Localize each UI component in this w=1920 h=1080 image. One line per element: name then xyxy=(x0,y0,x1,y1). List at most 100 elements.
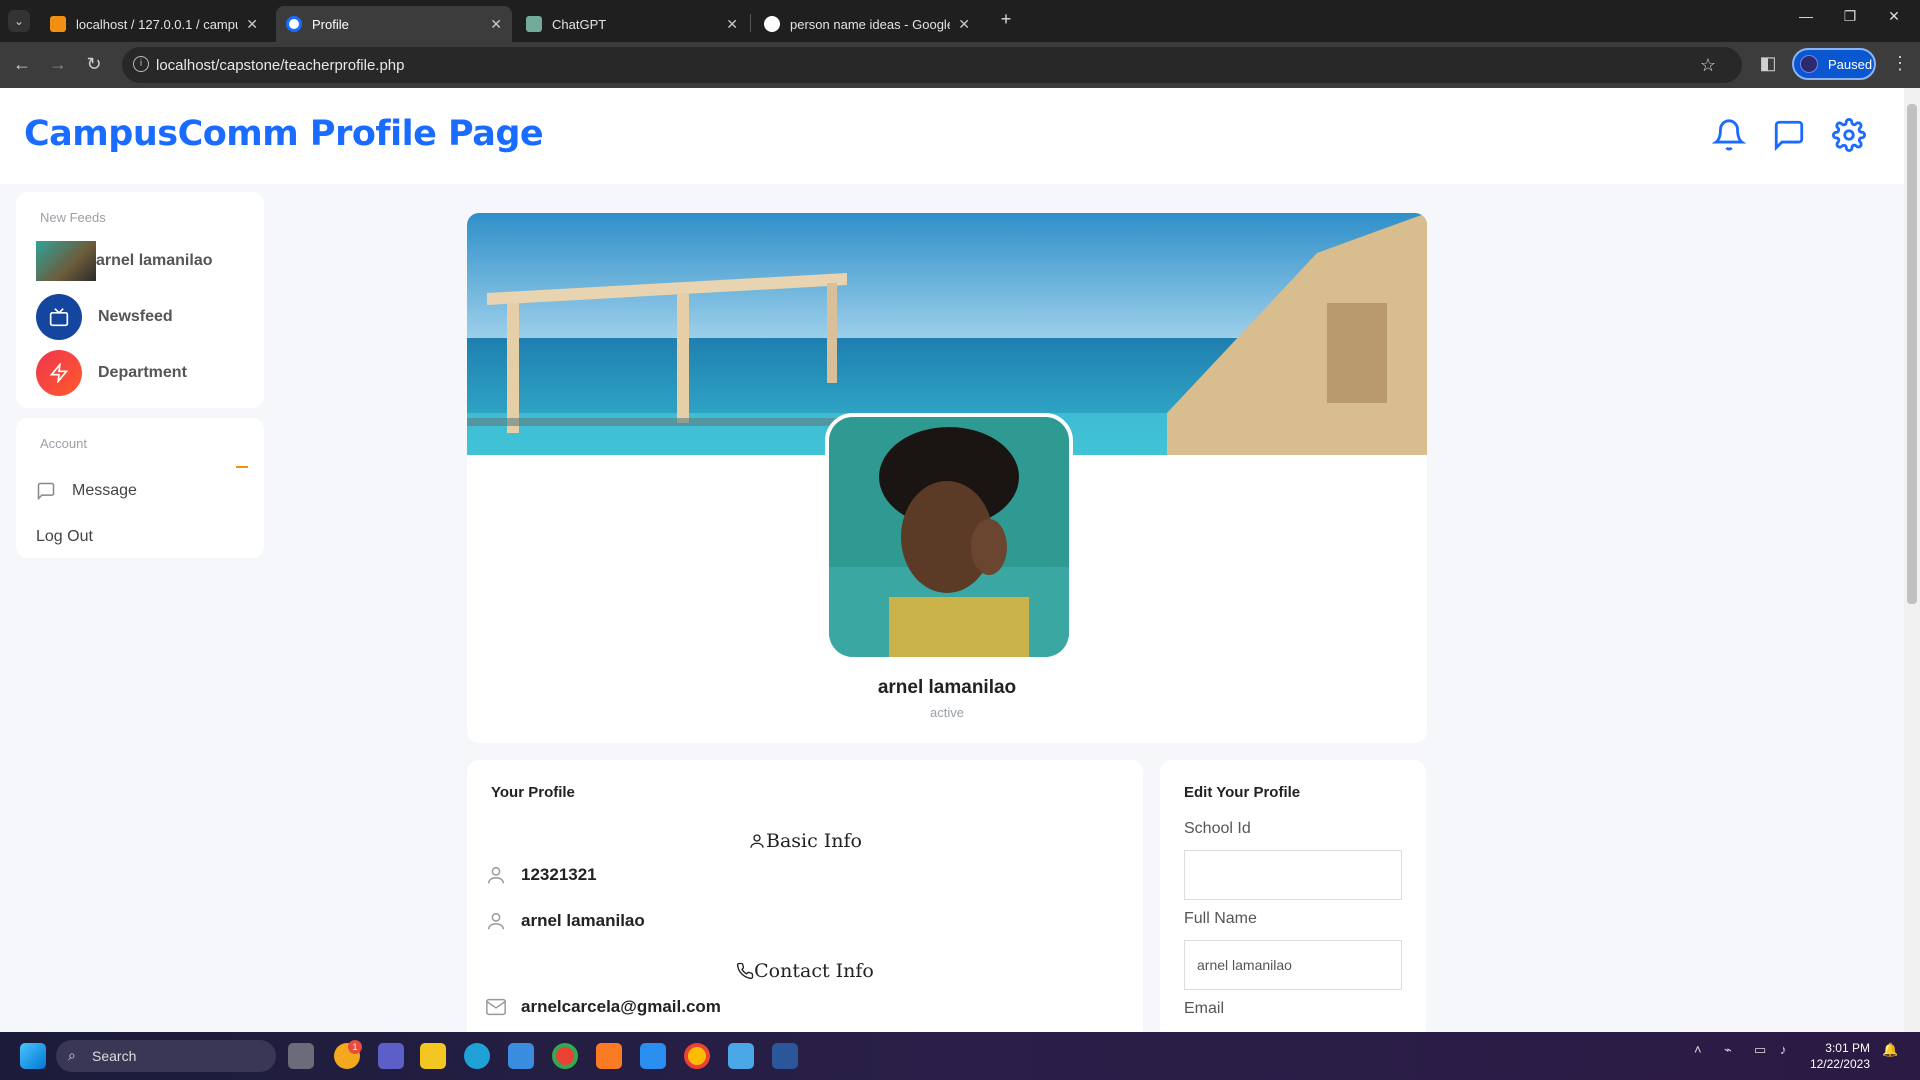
close-tab-icon[interactable]: ✕ xyxy=(490,16,502,33)
file-explorer-icon[interactable] xyxy=(420,1043,446,1069)
tab-title: person name ideas - Google Se xyxy=(790,16,951,32)
xampp-icon[interactable] xyxy=(596,1043,622,1069)
close-tab-icon[interactable]: ✕ xyxy=(246,16,258,33)
restore-button[interactable]: ❐ xyxy=(1830,8,1870,25)
close-window-button[interactable]: ✕ xyxy=(1874,8,1914,25)
new-tab-button[interactable]: + xyxy=(994,9,1018,30)
store-icon[interactable] xyxy=(508,1043,534,1069)
taskbar-search[interactable]: ⌕ Search xyxy=(56,1040,276,1072)
basic-info-title: Basic Info xyxy=(765,830,862,852)
tab-title: ChatGPT xyxy=(552,16,607,32)
sidebar-item-department[interactable]: Department xyxy=(36,350,187,396)
network-icon[interactable]: ⌁ xyxy=(1724,1042,1732,1058)
sidebar-item-user[interactable]: arnel lamanilao xyxy=(36,238,213,284)
school-id-row: 12321321 xyxy=(485,864,597,886)
your-profile-title: Your Profile xyxy=(491,784,575,801)
mail-icon xyxy=(486,998,506,1016)
bell-icon[interactable] xyxy=(1712,118,1746,152)
system-clock[interactable]: 3:01 PM 12/22/2023 xyxy=(1808,1040,1870,1072)
full-name-label: Full Name xyxy=(1184,910,1257,927)
teams-icon[interactable] xyxy=(378,1043,404,1069)
account-section-title: Account xyxy=(40,436,87,451)
notification-badge: 1 xyxy=(348,1040,362,1054)
site-header: CampusComm Profile Page xyxy=(0,88,1904,184)
logout-label: Log Out xyxy=(36,528,93,545)
email-label: Email xyxy=(1184,1000,1225,1017)
volume-icon[interactable]: ♪ xyxy=(1780,1042,1787,1057)
clock-date: 12/22/2023 xyxy=(1809,1057,1870,1071)
forward-button[interactable]: → xyxy=(46,54,70,75)
sidebar-item-label: Message xyxy=(72,482,137,499)
profile-button[interactable]: Paused xyxy=(1792,48,1876,80)
sidebar-account-card: Account Message Log Out xyxy=(16,418,264,558)
close-tab-icon[interactable]: ✕ xyxy=(726,16,738,33)
notifications-icon[interactable]: 🔔 xyxy=(1882,1042,1898,1058)
close-tab-icon[interactable]: ✕ xyxy=(958,16,970,33)
task-view-icon[interactable] xyxy=(288,1043,314,1069)
edge-icon[interactable] xyxy=(464,1043,490,1069)
side-panel-icon[interactable]: ◧ xyxy=(1756,53,1780,74)
browser-menu-icon[interactable]: ⋮ xyxy=(1888,53,1912,74)
back-button[interactable]: ← xyxy=(10,54,34,75)
user-icon xyxy=(487,912,505,930)
chrome-icon[interactable] xyxy=(552,1043,578,1069)
user-icon xyxy=(487,866,505,884)
profile-avatar xyxy=(825,413,1073,661)
tab-search-button[interactable]: ⌄ xyxy=(8,10,30,32)
chrome-profile-icon[interactable] xyxy=(684,1043,710,1069)
notepad-icon[interactable] xyxy=(728,1043,754,1069)
start-icon[interactable] xyxy=(20,1043,46,1069)
browser-toolbar: ← → ↻ i localhost/capstone/teacherprofil… xyxy=(0,42,1920,88)
tab-phpmyadmin[interactable]: localhost / 127.0.0.1 / campus-c ✕ xyxy=(40,6,268,42)
scrollbar-thumb[interactable] xyxy=(1907,104,1917,604)
sidebar-item-message[interactable]: Message xyxy=(36,468,137,514)
google-icon xyxy=(764,16,780,32)
contact-info-heading: Contact Info xyxy=(467,960,1143,982)
sidebar-user-name: arnel lamanilao xyxy=(96,252,213,269)
gear-icon[interactable] xyxy=(1832,118,1866,152)
tab-profile[interactable]: Profile ✕ xyxy=(276,6,512,42)
vscode-icon[interactable] xyxy=(640,1043,666,1069)
sidebar-item-newsfeed[interactable]: Newsfeed xyxy=(36,294,173,340)
browser-tab-bar: ⌄ localhost / 127.0.0.1 / campus-c ✕ Pro… xyxy=(0,0,1920,42)
user-thumbnail xyxy=(36,241,96,281)
chatgpt-icon xyxy=(526,16,542,32)
school-id-input[interactable] xyxy=(1184,850,1402,900)
minimize-button[interactable]: — xyxy=(1786,8,1826,24)
site-info-icon[interactable]: i xyxy=(133,56,149,72)
your-profile-card: Your Profile Basic Info 12321321 arnel l… xyxy=(467,760,1143,1032)
collapse-indicator xyxy=(236,466,248,468)
full-name-value: arnel lamanilao xyxy=(521,911,645,930)
phpmyadmin-icon xyxy=(50,16,66,32)
full-name-input[interactable]: arnel lamanilao xyxy=(1184,940,1402,990)
page-title: CampusComm Profile Page xyxy=(24,114,544,154)
full-name-row: arnel lamanilao xyxy=(485,910,645,932)
page-content: CampusComm Profile Page New Feeds arnel … xyxy=(0,88,1904,1032)
profile-hero-card: arnel lamanilao active xyxy=(467,213,1427,743)
address-bar[interactable]: i localhost/capstone/teacherprofile.php … xyxy=(122,47,1742,83)
email-value: arnelcarcela@gmail.com xyxy=(521,997,721,1016)
tab-title: Profile xyxy=(312,16,349,32)
chat-icon[interactable] xyxy=(1772,118,1806,152)
page-scrollbar[interactable] xyxy=(1904,88,1920,1032)
logout-link[interactable]: Log Out xyxy=(36,514,93,560)
phone-icon xyxy=(737,962,754,980)
display-icon[interactable]: ▭ xyxy=(1754,1042,1766,1058)
basic-info-heading: Basic Info xyxy=(467,830,1143,852)
tab-chatgpt[interactable]: ChatGPT ✕ xyxy=(516,6,748,42)
profile-status: active xyxy=(930,705,964,720)
search-icon: ⌕ xyxy=(68,1047,76,1063)
tab-google-search[interactable]: person name ideas - Google Se ✕ xyxy=(754,6,980,42)
tray-overflow-icon[interactable]: ˄ xyxy=(1694,1042,1702,1057)
word-icon[interactable] xyxy=(772,1043,798,1069)
bookmark-star-icon[interactable]: ☆ xyxy=(1700,55,1716,76)
school-id-value: 12321321 xyxy=(521,865,597,884)
tab-title: localhost / 127.0.0.1 / campus-c xyxy=(76,16,238,32)
profile-favicon-icon xyxy=(286,16,302,32)
contact-info-title: Contact Info xyxy=(754,960,874,982)
taskbar: ⌕ Search 1 ˄ ⌁ ▭ ♪ 3:01 PM 12/22/2023 🔔 xyxy=(0,1032,1920,1080)
feeds-section-title: New Feeds xyxy=(40,210,106,225)
email-row: arnelcarcela@gmail.com xyxy=(485,996,721,1018)
profile-name: arnel lamanilao xyxy=(877,677,1017,698)
reload-button[interactable]: ↻ xyxy=(82,54,106,75)
